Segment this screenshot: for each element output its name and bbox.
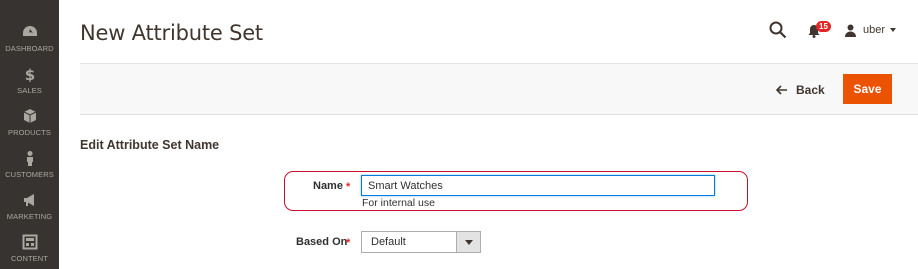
select-arrow-button[interactable] [456, 232, 480, 252]
save-button[interactable]: Save [843, 74, 892, 104]
sidebar-item-label: DASHBOARD [5, 44, 54, 53]
page-title: New Attribute Set [80, 21, 263, 45]
svg-text:$: $ [24, 66, 34, 82]
admin-sidebar: DASHBOARD $ SALES PRODUCTS CUSTOMERS MAR… [0, 0, 59, 269]
chevron-down-icon [890, 28, 897, 32]
sidebar-item-customers[interactable]: CUSTOMERS [0, 150, 59, 192]
name-input[interactable] [361, 175, 715, 196]
sidebar-item-dashboard[interactable]: DASHBOARD [0, 24, 59, 66]
sidebar-item-marketing[interactable]: MARKETING [0, 192, 59, 234]
sidebar-item-label: PRODUCTS [8, 128, 51, 137]
arrow-left-icon [776, 85, 787, 95]
chevron-down-icon [465, 240, 473, 245]
notifications-count-badge[interactable]: 15 [816, 21, 831, 32]
user-account-menu[interactable]: uber [844, 23, 897, 37]
sidebar-item-label: CONTENT [11, 254, 48, 263]
section-title: Edit Attribute Set Name [80, 138, 220, 152]
required-marker: * [346, 181, 351, 193]
username: uber [863, 24, 886, 36]
back-button[interactable]: Back [776, 82, 825, 98]
name-field-label: Name [313, 180, 343, 192]
sidebar-item-label: CUSTOMERS [5, 170, 54, 179]
megaphone-icon [23, 194, 34, 206]
based-on-field-label: Based On [296, 236, 348, 248]
search-icon[interactable] [769, 21, 787, 39]
required-marker: * [346, 237, 351, 249]
sidebar-item-content[interactable]: CONTENT [0, 234, 59, 269]
person-icon [26, 151, 33, 166]
sidebar-item-label: SALES [17, 86, 42, 95]
cube-icon [23, 109, 36, 123]
name-field-note: For internal use [362, 197, 435, 209]
sidebar-item-products[interactable]: PRODUCTS [0, 108, 59, 150]
dollar-icon: $ [24, 66, 34, 82]
back-button-label: Back [796, 83, 825, 97]
sidebar-item-sales[interactable]: $ SALES [0, 66, 59, 108]
layout-icon [22, 234, 37, 250]
user-icon [845, 24, 856, 37]
based-on-select[interactable]: Default [361, 231, 481, 253]
sidebar-item-label: MARKETING [6, 212, 53, 221]
dashboard-icon [22, 26, 37, 36]
based-on-selected-value: Default [371, 236, 406, 248]
